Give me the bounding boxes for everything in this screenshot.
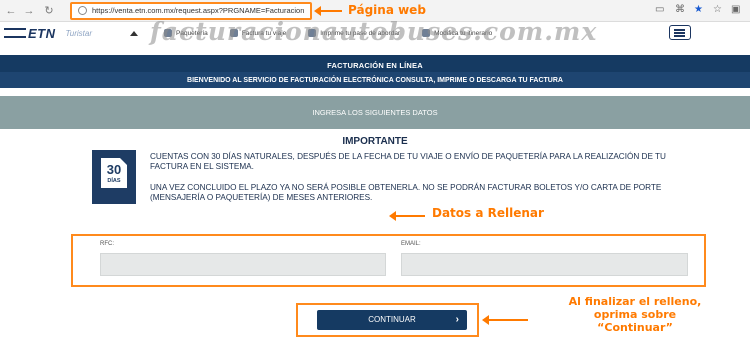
nav-label: Modifica tu itinerario xyxy=(434,29,493,37)
nav-item-paqueteria[interactable]: Paquetería xyxy=(164,29,208,37)
nav-label: Factura tu viaje xyxy=(241,29,287,37)
favorites-icon[interactable]: ☆ xyxy=(713,4,722,16)
logo-tagline: Turistar xyxy=(65,28,93,38)
email-input[interactable] xyxy=(401,253,688,276)
notice-expiration: UNA VEZ CONCLUIDO EL PLAZO YA NO SERÁ PO… xyxy=(150,183,662,202)
menu-line xyxy=(674,32,685,34)
continue-button[interactable]: CONTINUAR › xyxy=(317,310,467,330)
nav-item-itinerario[interactable]: Modifica tu itinerario xyxy=(422,29,492,37)
calendar-30-days-icon: 30 DÍAS xyxy=(92,150,136,204)
banner-title: FACTURACIÓN EN LÍNEA xyxy=(327,61,423,70)
rfc-label: RFC: xyxy=(100,241,114,247)
notice-deadline: CUENTAS CON 30 DÍAS NATURALES, DESPUÉS D… xyxy=(150,152,666,171)
annotation-arrow-fields xyxy=(389,211,425,221)
favorite-star-icon[interactable]: ★ xyxy=(694,4,703,16)
reading-view-icon[interactable]: ▭ xyxy=(655,4,664,16)
nav-label: Paquetería xyxy=(176,29,208,37)
site-nav: Paquetería Factura tu viaje Imprime tu p… xyxy=(130,27,514,39)
package-icon xyxy=(164,29,172,37)
data-prompt-banner: INGRESA LOS SIGUIENTES DATOS xyxy=(0,96,750,129)
calendar-days-label: DÍAS xyxy=(107,178,121,184)
continue-label: CONTINUAR xyxy=(368,315,416,324)
menu-line xyxy=(674,29,685,31)
annotation-fields-label: Datos a Rellenar xyxy=(432,206,544,220)
logo-text: ETN xyxy=(28,25,56,41)
hamburger-menu-button[interactable] xyxy=(669,25,691,40)
nav-item-pase[interactable]: Imprime tu pase de abordar xyxy=(308,29,400,37)
nav-home[interactable] xyxy=(130,30,142,36)
site-header: ETN Turistar Paquetería Factura tu viaje… xyxy=(0,22,750,44)
site-info-icon[interactable] xyxy=(78,6,87,15)
reload-icon[interactable]: ↻ xyxy=(42,4,56,18)
collections-icon[interactable]: ▣ xyxy=(731,4,740,16)
back-arrow-icon[interactable]: ← xyxy=(4,4,18,18)
etn-logo[interactable]: ETN Turistar xyxy=(4,24,92,42)
banner-subtitle: BIENVENIDO AL SERVICIO DE FACTURACIÓN EL… xyxy=(187,77,563,84)
annotation-note-line2: oprima sobre xyxy=(593,308,677,321)
logo-stripes xyxy=(4,28,26,38)
chevron-right-icon: › xyxy=(455,314,459,325)
annotation-url-label: Página web xyxy=(348,3,426,17)
url-text: https://venta.etn.com.mx/request.aspx?PR… xyxy=(92,6,305,15)
print-icon xyxy=(308,29,317,37)
calendar-page: 30 DÍAS xyxy=(101,158,127,188)
home-icon xyxy=(130,30,138,36)
extensions-icon[interactable]: ⌘ xyxy=(675,4,685,16)
calendar-number: 30 xyxy=(106,162,122,177)
nav-label: Imprime tu pase de abordar xyxy=(320,29,401,37)
rfc-input[interactable] xyxy=(100,253,386,276)
email-label: EMAIL: xyxy=(401,241,421,247)
important-heading: IMPORTANTE xyxy=(342,136,408,147)
annotation-note-line1: Al finalizar el relleno, xyxy=(568,295,702,308)
annotation-arrow-url xyxy=(314,6,342,16)
annotation-note-line3: “Continuar” xyxy=(597,321,673,334)
invoice-icon xyxy=(229,29,238,37)
invoice-form: RFC: EMAIL: xyxy=(71,234,706,287)
nav-item-factura[interactable]: Factura tu viaje xyxy=(229,29,287,37)
address-bar[interactable]: https://venta.etn.com.mx/request.aspx?PR… xyxy=(70,2,312,20)
billing-banner: FACTURACIÓN EN LÍNEA BIENVENIDO AL SERVI… xyxy=(0,55,750,88)
edit-icon xyxy=(422,29,431,37)
annotation-continue-note: Al finalizar el relleno, oprima sobre “C… xyxy=(530,295,740,334)
menu-line xyxy=(674,35,685,37)
forward-arrow-icon[interactable]: → xyxy=(22,4,36,18)
annotation-arrow-continue xyxy=(482,315,528,325)
